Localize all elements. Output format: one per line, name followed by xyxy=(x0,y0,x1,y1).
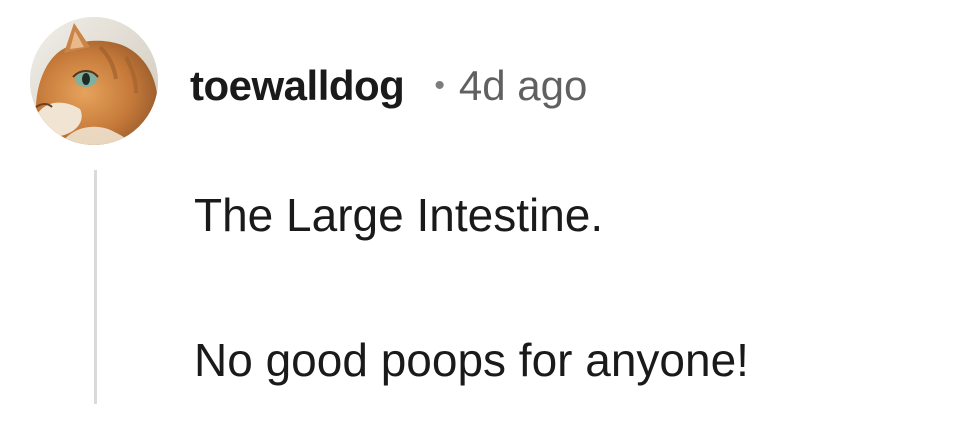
comment-body: The Large Intestine. No good poops for a… xyxy=(194,180,954,395)
meta-separator: • xyxy=(434,69,445,102)
username-link[interactable]: toewalldog xyxy=(190,62,405,110)
user-avatar[interactable] xyxy=(30,17,158,145)
comment: toewalldog • 4d ago The Large Intestine.… xyxy=(0,0,980,430)
comment-timestamp[interactable]: 4d ago xyxy=(459,62,587,110)
comment-paragraph: No good poops for anyone! xyxy=(194,334,749,386)
thread-collapse-line[interactable] xyxy=(94,170,97,404)
comment-paragraph: The Large Intestine. xyxy=(194,189,604,241)
comment-header: toewalldog • 4d ago xyxy=(190,56,587,116)
orange-cat-avatar-icon xyxy=(30,17,158,145)
